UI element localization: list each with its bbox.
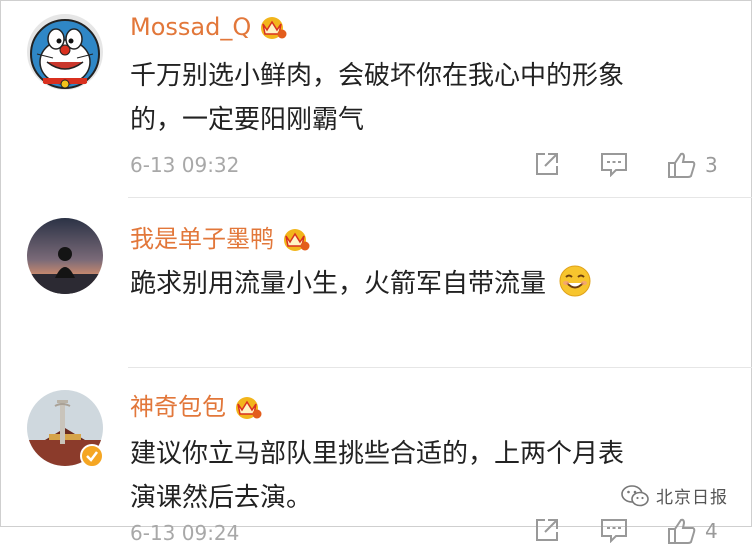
share-button[interactable] [534,151,560,177]
verified-badge-icon [80,444,104,468]
reply-button[interactable] [600,151,628,177]
doraemon-avatar-icon [27,14,103,90]
comment-header: 神奇包包 [130,390,262,424]
share-icon [536,153,558,175]
user-avatar[interactable] [27,218,103,294]
thumbs-up-icon [668,152,696,178]
comment-text: 跪求别用流量小生，火箭军自带流量 [130,262,730,306]
comment-text-line: 建议你立马部队里挑些合适的，上两个月表 [130,439,625,469]
vip-crown-icon[interactable] [257,14,287,40]
vip-crown-icon[interactable] [280,226,310,252]
comment-item: Mossad_Q 千万别选小鲜肉，会破坏你在我心中的形象 的，一定要阳刚霸气 6… [0,0,752,198]
comment-text-line: 的，一定要阳刚霸气 [130,105,365,135]
username[interactable]: 神奇包包 [130,390,226,424]
comment-header: 我是单子墨鸭 [130,222,310,256]
smile-emoji-icon [559,265,591,297]
comment-text: 千万别选小鲜肉，会破坏你在我心中的形象 的，一定要阳刚霸气 [130,54,730,142]
comment-text-line: 跪求别用流量小生，火箭军自带流量 [130,269,547,299]
comment-text-line: 千万别选小鲜肉，会破坏你在我心中的形象 [130,61,625,91]
comment-timestamp: 6-13 09:32 [130,153,240,177]
wechat-icon [621,484,649,506]
comment-header: Mossad_Q [130,10,287,44]
comment-item: 我是单子墨鸭 跪求别用流量小生，火箭军自带流量 6-13 09:24 4 [0,198,752,545]
username[interactable]: 我是单子墨鸭 [130,222,274,256]
like-count: 3 [705,153,718,177]
user-avatar[interactable] [27,14,103,90]
vip-crown-icon[interactable] [232,394,262,420]
username[interactable]: Mossad_Q [130,10,251,44]
watermark: 北京日报 [620,483,728,508]
watermark-text: 北京日报 [656,488,728,508]
dusk-silhouette-avatar-icon [27,218,103,294]
comment-icon [601,153,627,177]
like-button[interactable]: 3 [667,151,718,179]
